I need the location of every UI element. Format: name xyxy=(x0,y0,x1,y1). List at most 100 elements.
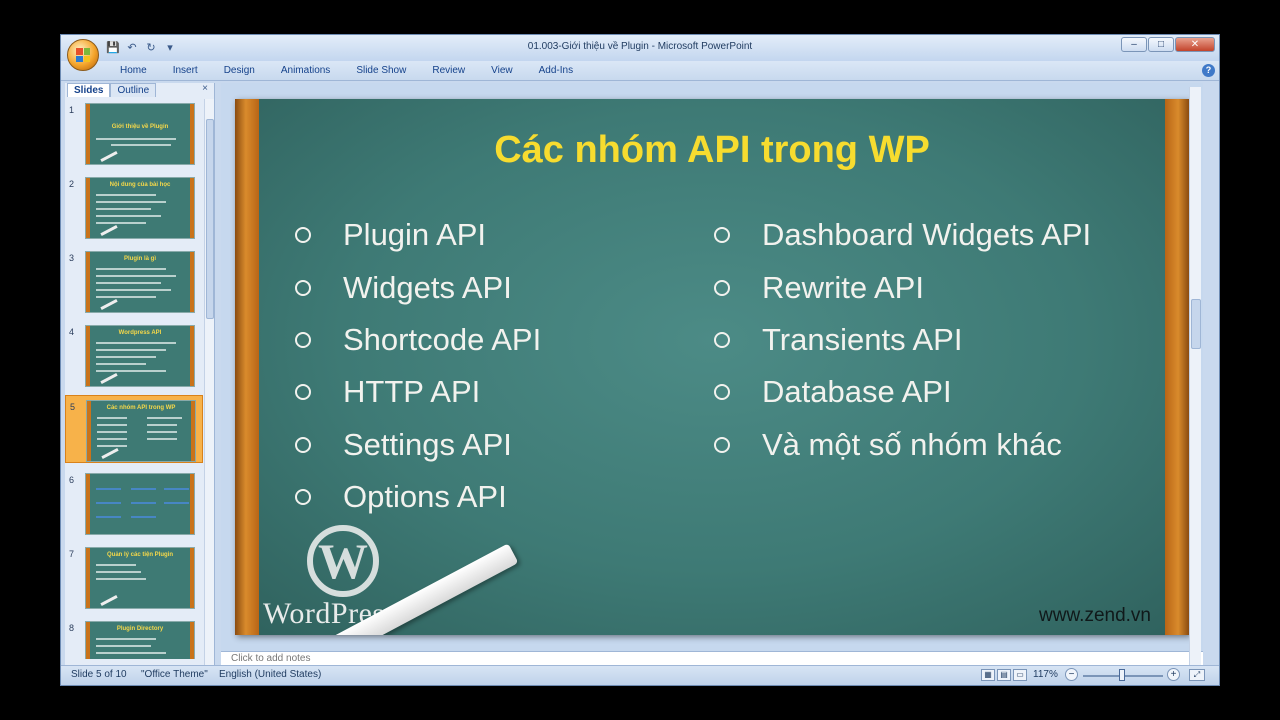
circle-bullet-icon xyxy=(295,436,311,453)
website-url: www.zend.vn xyxy=(1039,605,1151,626)
bullet-text: Transients API xyxy=(762,321,963,357)
bullet-text: HTTP API xyxy=(343,374,481,410)
slides-panel: Slides Outline × 1 Giới thiệu về Plugin … xyxy=(65,83,215,665)
office-button[interactable] xyxy=(67,39,99,71)
slide-preview: Các nhóm API trong WP xyxy=(86,400,196,462)
tab-add-ins[interactable]: Add-Ins xyxy=(526,64,586,78)
normal-view-icon[interactable]: ▦ xyxy=(981,669,995,681)
slide-number: 1 xyxy=(69,105,75,115)
slide-preview: Wordpress API xyxy=(85,325,195,387)
slide-thumbnail[interactable]: 6 xyxy=(65,469,203,537)
theme-name: "Office Theme" xyxy=(141,669,208,680)
thumbnail-title: Các nhóm API trong WP xyxy=(106,405,176,411)
zoom-out-button[interactable]: − xyxy=(1065,668,1078,681)
slide-preview: Plugin là gì xyxy=(85,251,195,313)
close-button[interactable]: ✕ xyxy=(1175,37,1215,52)
bullet-item: Plugin API xyxy=(291,209,541,261)
window-controls: – □ ✕ xyxy=(1121,37,1215,52)
slide-thumbnail[interactable]: 3 Plugin là gì xyxy=(65,247,203,315)
bullet-item: Shortcode API xyxy=(291,314,541,366)
slide-thumbnails: 1 Giới thiệu về Plugin 2 Nội dung của bà… xyxy=(65,99,203,659)
slide-sorter-icon[interactable]: ▤ xyxy=(997,669,1011,681)
bullet-item: Database API xyxy=(710,366,1091,418)
circle-bullet-icon xyxy=(714,436,730,453)
circle-bullet-icon xyxy=(295,279,311,296)
slide-show-icon[interactable]: ▭ xyxy=(1013,669,1027,681)
circle-bullet-icon xyxy=(295,227,311,244)
bullet-item: Rewrite API xyxy=(710,261,1091,313)
left-bullet-list[interactable]: Plugin API Widgets API Shortcode API HTT… xyxy=(291,209,541,523)
bullet-text: Shortcode API xyxy=(343,321,542,357)
window-title: 01.003-Giới thiệu về Plugin - Microsoft … xyxy=(527,41,753,52)
slide-number: 6 xyxy=(69,475,75,485)
circle-bullet-icon xyxy=(714,279,730,296)
tab-slides[interactable]: Slides xyxy=(67,83,111,97)
view-buttons: ▦ ▤ ▭ xyxy=(981,669,1027,681)
tab-design[interactable]: Design xyxy=(211,64,268,78)
bullet-item: Settings API xyxy=(291,419,541,471)
scrollbar-thumb[interactable] xyxy=(1191,299,1201,349)
language[interactable]: English (United States) xyxy=(219,669,321,680)
fit-to-window-icon[interactable]: ⤢ xyxy=(1189,669,1205,681)
slide-title[interactable]: Các nhóm API trong WP xyxy=(235,129,1189,172)
slide-counter: Slide 5 of 10 xyxy=(71,669,127,680)
current-slide[interactable]: Các nhóm API trong WP Plugin API Widgets… xyxy=(235,99,1189,635)
bullet-text: Database API xyxy=(762,374,952,410)
bullet-item: Widgets API xyxy=(291,261,541,313)
slide-preview: Plugin Directory xyxy=(85,621,195,659)
bullet-item: Dashboard Widgets API xyxy=(710,209,1091,261)
slide-scrollbar[interactable] xyxy=(1189,87,1201,667)
slide-thumbnail[interactable]: 2 Nội dung của bài học xyxy=(65,173,203,241)
slide-preview: Quản lý các tiện Plugin xyxy=(85,547,195,609)
zoom-in-button[interactable]: + xyxy=(1167,668,1180,681)
tab-animations[interactable]: Animations xyxy=(268,64,343,78)
slide-thumbnail[interactable]: 7 Quản lý các tiện Plugin xyxy=(65,543,203,611)
bullet-text: Widgets API xyxy=(343,269,512,305)
thumbnail-title: Nội dung của bài học xyxy=(109,182,171,188)
ribbon-tabs: Home Insert Design Animations Slide Show… xyxy=(107,64,586,78)
minimize-button[interactable]: – xyxy=(1121,37,1147,52)
office-logo-icon xyxy=(76,48,90,62)
close-panel-icon[interactable]: × xyxy=(202,83,208,94)
tab-insert[interactable]: Insert xyxy=(160,64,211,78)
bullet-text: Plugin API xyxy=(343,217,487,253)
slide-number: 2 xyxy=(69,179,75,189)
tab-outline[interactable]: Outline xyxy=(110,83,157,97)
bullet-item: Options API xyxy=(291,471,541,523)
slide-thumbnail-selected[interactable]: 5 Các nhóm API trong WP xyxy=(65,395,203,463)
tab-slide-show[interactable]: Slide Show xyxy=(343,64,419,78)
slide-editing-area: Các nhóm API trong WP Plugin API Widgets… xyxy=(221,83,1203,667)
slide-preview: Giới thiệu về Plugin xyxy=(85,103,195,165)
thumbnail-title: Plugin là gì xyxy=(123,256,156,262)
slide-number: 4 xyxy=(69,327,75,337)
zoom-level[interactable]: 117% xyxy=(1033,669,1058,680)
slide-thumbnail[interactable]: 4 Wordpress API xyxy=(65,321,203,389)
panel-scrollbar[interactable] xyxy=(204,99,214,665)
circle-bullet-icon xyxy=(295,489,311,506)
bullet-text: Settings API xyxy=(343,426,512,462)
slide-thumbnail[interactable]: 8 Plugin Directory xyxy=(65,617,203,659)
thumbnail-title: Plugin Directory xyxy=(116,626,164,632)
slide-number: 7 xyxy=(69,549,75,559)
scrollbar-thumb[interactable] xyxy=(206,119,214,319)
tab-home[interactable]: Home xyxy=(107,64,160,78)
bullet-item: Và một số nhóm khác xyxy=(710,419,1091,471)
zoom-slider-handle[interactable] xyxy=(1119,669,1125,681)
right-bullet-list[interactable]: Dashboard Widgets API Rewrite API Transi… xyxy=(710,209,1091,471)
slide-number: 3 xyxy=(69,253,75,263)
maximize-button[interactable]: □ xyxy=(1148,37,1174,52)
tab-view[interactable]: View xyxy=(478,64,526,78)
notes-pane[interactable]: Click to add notes xyxy=(221,651,1203,665)
bullet-item: HTTP API xyxy=(291,366,541,418)
slide-preview xyxy=(85,473,195,535)
slide-thumbnail[interactable]: 1 Giới thiệu về Plugin xyxy=(65,99,203,167)
chalkboard-frame-right xyxy=(1165,99,1189,635)
help-icon[interactable]: ? xyxy=(1202,64,1215,77)
tab-review[interactable]: Review xyxy=(419,64,478,78)
chalkboard-frame-left xyxy=(235,99,259,635)
bullet-text: Và một số nhóm khác xyxy=(762,426,1062,462)
circle-bullet-icon xyxy=(295,384,311,401)
status-bar: Slide 5 of 10 "Office Theme" English (Un… xyxy=(61,665,1219,685)
circle-bullet-icon xyxy=(714,331,730,348)
bullet-item: Transients API xyxy=(710,314,1091,366)
